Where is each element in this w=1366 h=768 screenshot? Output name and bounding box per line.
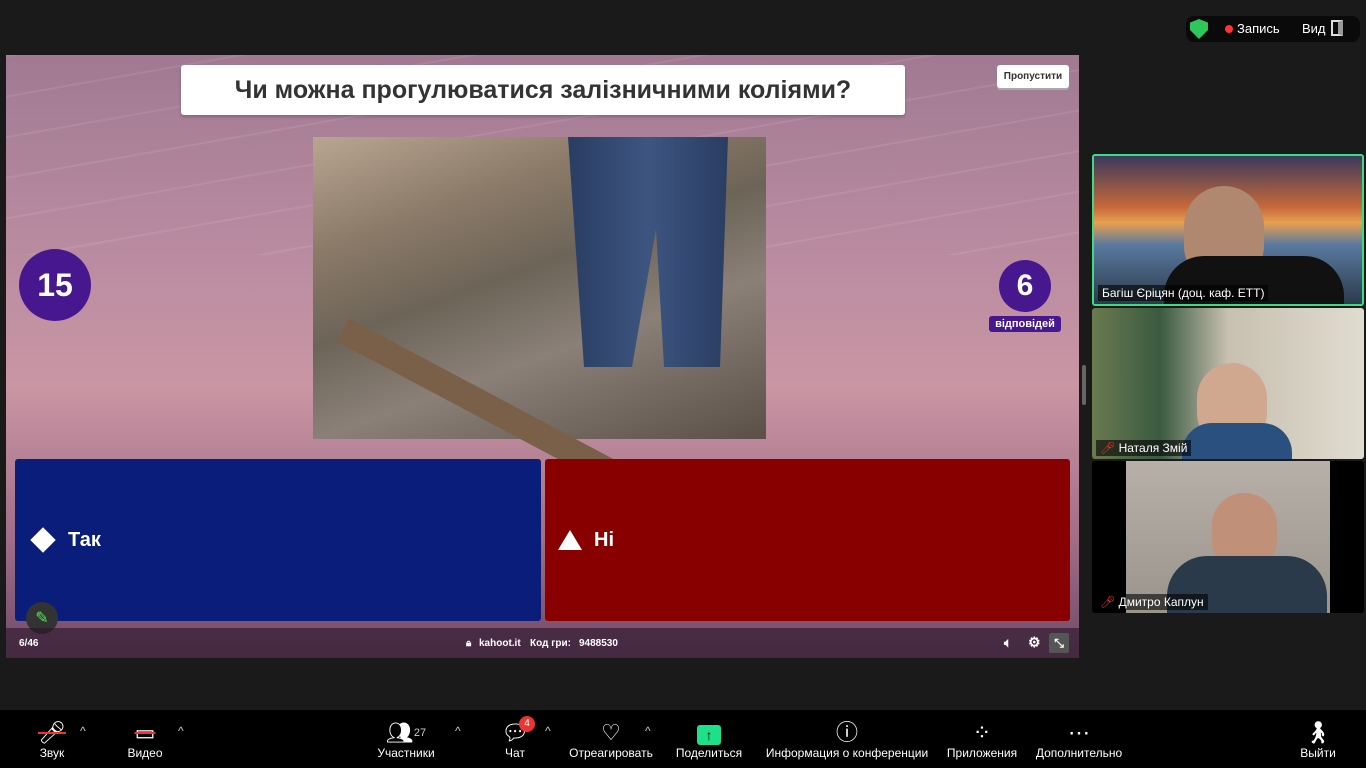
- diamond-icon: [30, 527, 56, 553]
- react-button[interactable]: ♡ Отреагировать: [566, 720, 656, 760]
- speaker-icon[interactable]: 🔈︎: [1004, 635, 1012, 651]
- info-icon: ⓘ: [835, 720, 858, 745]
- chat-options-caret[interactable]: ^: [545, 724, 551, 738]
- heart-icon: ♡: [601, 720, 621, 745]
- participant-name: Багіш Єріцян (доц. каф. ЕТТ): [1098, 285, 1269, 301]
- participant-video-tile[interactable]: Багіш Єріцян (доц. каф. ЕТТ): [1092, 154, 1364, 306]
- answer-option-no[interactable]: Ні: [545, 459, 1070, 621]
- apps-icon: ⁘: [972, 720, 992, 745]
- more-dots-icon: ⋯: [1068, 720, 1090, 745]
- participant-video-tile[interactable]: 🎤︎ Наталя Змій: [1092, 308, 1364, 459]
- game-code: 9488530: [579, 638, 618, 649]
- exit-fullscreen-icon[interactable]: ⤡: [1049, 633, 1069, 653]
- meeting-toolbar: 🎤︎ Звук ^ ▭ Видео ^ 👥︎27 Участники ^ 💬︎ Чат …: [0, 710, 1366, 768]
- more-button[interactable]: ⋯ Дополнительно: [1032, 720, 1126, 760]
- participants-button[interactable]: 👥︎27 Участники: [374, 720, 438, 760]
- leave-door-icon: 🚶︎: [1304, 720, 1332, 745]
- skip-button[interactable]: Пропустити: [997, 65, 1069, 88]
- question-title: Чи можна прогулюватися залізничними колі…: [181, 65, 905, 115]
- video-options-caret[interactable]: ^: [178, 724, 184, 738]
- audio-options-caret[interactable]: ^: [80, 724, 86, 738]
- share-screen-button[interactable]: ↑ Поделиться: [674, 720, 744, 760]
- participants-icon: 👥︎: [385, 720, 414, 745]
- view-button[interactable]: Вид: [1302, 21, 1326, 36]
- participant-name: 🎤︎ Дмитро Каплун: [1096, 594, 1208, 610]
- participant-name: 🎤︎ Наталя Змій: [1096, 440, 1192, 456]
- answers-count: 6: [999, 260, 1051, 312]
- game-code-label: Код гри:: [530, 638, 571, 649]
- shared-screen-kahoot: Чи можна прогулюватися залізничними колі…: [6, 55, 1079, 658]
- meeting-info-button[interactable]: ⓘ Информация о конференции: [764, 720, 930, 760]
- triangle-icon: [558, 530, 582, 550]
- audio-button[interactable]: 🎤︎ Звук: [34, 720, 70, 760]
- chat-unread-badge: 4: [519, 716, 535, 732]
- muted-mic-icon: 🎤︎: [1100, 595, 1116, 609]
- participants-options-caret[interactable]: ^: [455, 724, 461, 738]
- participant-video-tile[interactable]: 🎤︎ Дмитро Каплун: [1092, 461, 1364, 613]
- question-image: [313, 137, 766, 549]
- muted-mic-icon: 🎤︎: [38, 720, 66, 745]
- kahoot-footer: 6/46 🔒︎ kahoot.it Код гри: 9488530 🔈︎ ⚙ …: [6, 628, 1079, 658]
- answer-label: Так: [68, 528, 101, 551]
- timer: 15: [19, 249, 91, 321]
- recording-label[interactable]: Запись: [1237, 21, 1280, 36]
- react-options-caret[interactable]: ^: [645, 724, 651, 738]
- muted-mic-icon: 🎤︎: [1100, 441, 1116, 455]
- share-arrow-icon: ↑: [697, 725, 721, 745]
- view-layout-icon[interactable]: [1331, 20, 1343, 36]
- question-progress: 6/46: [19, 638, 39, 649]
- settings-gear-icon[interactable]: ⚙: [1028, 634, 1041, 651]
- leave-button[interactable]: 🚶︎ Выйти: [1298, 720, 1338, 760]
- apps-button[interactable]: ⁘ Приложения: [943, 720, 1021, 760]
- answer-option-yes[interactable]: Так: [15, 459, 541, 621]
- split-resize-handle[interactable]: [1082, 365, 1086, 405]
- answers-count-label: відповідей: [989, 316, 1061, 332]
- answer-label: Ні: [594, 528, 614, 551]
- kahoot-site: kahoot.it: [479, 638, 521, 649]
- chat-button[interactable]: 💬︎ Чат 4: [500, 716, 535, 760]
- video-off-icon: ▭: [134, 720, 156, 745]
- video-button[interactable]: ▭ Видео: [124, 720, 166, 760]
- lock-icon: 🔒︎: [466, 638, 472, 649]
- recording-dot-icon: [1225, 25, 1233, 33]
